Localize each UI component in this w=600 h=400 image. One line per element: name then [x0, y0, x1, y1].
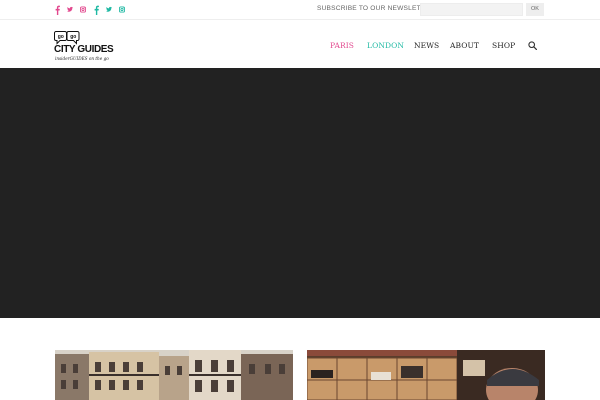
nav-about[interactable]: ABOUT — [450, 41, 479, 50]
nav-paris[interactable]: PARIS — [330, 41, 354, 50]
top-bar: SUBSCRIBE TO OUR NEWSLETTER OK — [0, 0, 600, 20]
site-logo[interactable]: go go CITY GUIDES insiderGUIDES on the g… — [54, 30, 114, 62]
twitter-icon[interactable] — [67, 4, 73, 15]
newsletter-label: SUBSCRIBE TO OUR NEWSLETTER — [317, 5, 435, 12]
logo-bubble-2: go — [70, 34, 76, 40]
social-links — [54, 4, 125, 15]
speech-bubbles-icon: go go — [54, 31, 80, 45]
instagram-icon[interactable] — [119, 4, 125, 15]
instagram-icon[interactable] — [80, 4, 86, 15]
search-icon[interactable] — [528, 41, 537, 50]
record-shop-image — [307, 350, 545, 400]
newsletter-email-input[interactable] — [420, 3, 523, 16]
facebook-icon[interactable] — [54, 4, 60, 15]
twitter-icon[interactable] — [106, 4, 112, 15]
logo-tagline: insiderGUIDES on the go — [55, 56, 109, 61]
nav-london[interactable]: LONDON — [367, 41, 404, 50]
nav-shop[interactable]: SHOP — [492, 41, 515, 50]
paris-street-photo[interactable] — [55, 350, 293, 400]
logo-wordmark: CITY GUIDES — [54, 44, 114, 55]
logo-bubble-1: go — [58, 34, 64, 40]
site-header: go go CITY GUIDES insiderGUIDES on the g… — [0, 20, 600, 68]
hero-slider[interactable] — [0, 68, 600, 318]
record-shop-photo[interactable] — [307, 350, 545, 400]
newsletter-ok-button[interactable]: OK — [526, 3, 544, 16]
paris-buildings-image — [55, 350, 293, 400]
nav-news[interactable]: NEWS — [414, 41, 439, 50]
facebook-icon[interactable] — [93, 4, 99, 15]
